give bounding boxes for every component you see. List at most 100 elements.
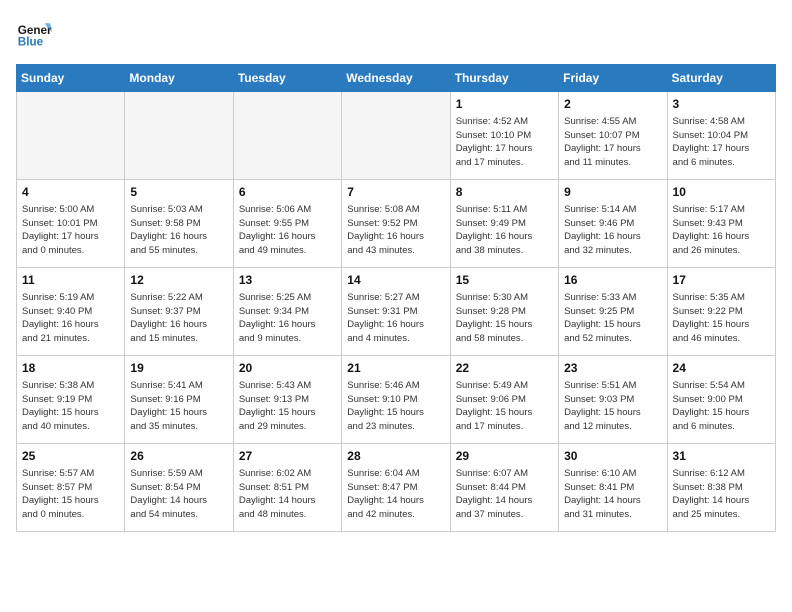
day-number: 16 <box>564 272 661 289</box>
day-info: Sunrise: 5:54 AMSunset: 9:00 PMDaylight:… <box>673 379 770 434</box>
day-info: Sunrise: 5:43 AMSunset: 9:13 PMDaylight:… <box>239 379 336 434</box>
day-info: Sunrise: 5:14 AMSunset: 9:46 PMDaylight:… <box>564 203 661 258</box>
day-cell: 16 Sunrise: 5:33 AMSunset: 9:25 PMDayligh… <box>559 268 667 356</box>
day-info: Sunrise: 4:58 AMSunset: 10:04 PMDaylight… <box>673 115 770 170</box>
day-number: 25 <box>22 448 119 465</box>
day-number: 28 <box>347 448 444 465</box>
logo-icon: General Blue <box>16 16 52 52</box>
day-cell: 11 Sunrise: 5:19 AMSunset: 9:40 PMDayligh… <box>17 268 125 356</box>
week-row-2: 4 Sunrise: 5:00 AMSunset: 10:01 PMDayligh… <box>17 180 776 268</box>
day-number: 4 <box>22 184 119 201</box>
day-number: 12 <box>130 272 227 289</box>
day-cell: 29 Sunrise: 6:07 AMSunset: 8:44 PMDayligh… <box>450 444 558 532</box>
logo: General Blue <box>16 16 52 52</box>
day-info: Sunrise: 5:51 AMSunset: 9:03 PMDaylight:… <box>564 379 661 434</box>
day-cell: 28Sunrise: 6:04 AMSunset: 8:47 PMDayligh… <box>342 444 450 532</box>
day-info: Sunrise: 5:35 AMSunset: 9:22 PMDaylight:… <box>673 291 770 346</box>
day-info: Sunrise: 5:30 AMSunset: 9:28 PMDaylight:… <box>456 291 553 346</box>
day-cell: 18 Sunrise: 5:38 AMSunset: 9:19 PMDayligh… <box>17 356 125 444</box>
day-cell: 30Sunrise: 6:10 AMSunset: 8:41 PMDayligh… <box>559 444 667 532</box>
day-number: 27 <box>239 448 336 465</box>
day-cell <box>233 92 341 180</box>
day-number: 20 <box>239 360 336 377</box>
day-number: 6 <box>239 184 336 201</box>
day-cell: 12 Sunrise: 5:22 AMSunset: 9:37 PMDayligh… <box>125 268 233 356</box>
day-cell: 5 Sunrise: 5:03 AMSunset: 9:58 PMDaylight… <box>125 180 233 268</box>
page-header: General Blue <box>16 16 776 52</box>
day-info: Sunrise: 5:08 AMSunset: 9:52 PMDaylight:… <box>347 203 444 258</box>
day-cell: 31 Sunrise: 6:12 AMSunset: 8:38 PMDayligh… <box>667 444 775 532</box>
col-header-thursday: Thursday <box>450 65 558 92</box>
day-cell <box>125 92 233 180</box>
day-info: Sunrise: 6:02 AMSunset: 8:51 PMDaylight:… <box>239 467 336 522</box>
day-number: 24 <box>673 360 770 377</box>
day-info: Sunrise: 5:27 AMSunset: 9:31 PMDaylight:… <box>347 291 444 346</box>
day-info: Sunrise: 5:06 AMSunset: 9:55 PMDaylight:… <box>239 203 336 258</box>
day-info: Sunrise: 5:49 AMSunset: 9:06 PMDaylight:… <box>456 379 553 434</box>
week-row-1: 1Sunrise: 4:52 AMSunset: 10:10 PMDayligh… <box>17 92 776 180</box>
week-row-3: 11 Sunrise: 5:19 AMSunset: 9:40 PMDayligh… <box>17 268 776 356</box>
day-number: 18 <box>22 360 119 377</box>
day-number: 14 <box>347 272 444 289</box>
col-header-sunday: Sunday <box>17 65 125 92</box>
day-number: 11 <box>22 272 119 289</box>
day-cell: 7 Sunrise: 5:08 AMSunset: 9:52 PMDaylight… <box>342 180 450 268</box>
day-number: 8 <box>456 184 553 201</box>
day-info: Sunrise: 5:46 AMSunset: 9:10 PMDaylight:… <box>347 379 444 434</box>
day-cell: 4 Sunrise: 5:00 AMSunset: 10:01 PMDayligh… <box>17 180 125 268</box>
day-info: Sunrise: 5:17 AMSunset: 9:43 PMDaylight:… <box>673 203 770 258</box>
day-info: Sunrise: 4:55 AMSunset: 10:07 PMDaylight… <box>564 115 661 170</box>
day-info: Sunrise: 5:41 AMSunset: 9:16 PMDaylight:… <box>130 379 227 434</box>
day-number: 2 <box>564 96 661 113</box>
day-cell: 23 Sunrise: 5:51 AMSunset: 9:03 PMDayligh… <box>559 356 667 444</box>
day-info: Sunrise: 5:33 AMSunset: 9:25 PMDaylight:… <box>564 291 661 346</box>
day-cell <box>342 92 450 180</box>
day-info: Sunrise: 5:19 AMSunset: 9:40 PMDaylight:… <box>22 291 119 346</box>
col-header-friday: Friday <box>559 65 667 92</box>
day-info: Sunrise: 5:25 AMSunset: 9:34 PMDaylight:… <box>239 291 336 346</box>
day-cell: 6 Sunrise: 5:06 AMSunset: 9:55 PMDaylight… <box>233 180 341 268</box>
day-info: Sunrise: 5:11 AMSunset: 9:49 PMDaylight:… <box>456 203 553 258</box>
day-info: Sunrise: 5:00 AMSunset: 10:01 PMDaylight… <box>22 203 119 258</box>
day-number: 5 <box>130 184 227 201</box>
day-number: 13 <box>239 272 336 289</box>
header-row: SundayMondayTuesdayWednesdayThursdayFrid… <box>17 65 776 92</box>
day-cell: 2 Sunrise: 4:55 AMSunset: 10:07 PMDayligh… <box>559 92 667 180</box>
day-number: 7 <box>347 184 444 201</box>
day-info: Sunrise: 5:03 AMSunset: 9:58 PMDaylight:… <box>130 203 227 258</box>
day-number: 9 <box>564 184 661 201</box>
day-number: 10 <box>673 184 770 201</box>
day-number: 23 <box>564 360 661 377</box>
week-row-4: 18 Sunrise: 5:38 AMSunset: 9:19 PMDayligh… <box>17 356 776 444</box>
day-info: Sunrise: 6:12 AMSunset: 8:38 PMDaylight:… <box>673 467 770 522</box>
day-number: 1 <box>456 96 553 113</box>
day-info: Sunrise: 5:22 AMSunset: 9:37 PMDaylight:… <box>130 291 227 346</box>
day-cell: 17Sunrise: 5:35 AMSunset: 9:22 PMDayligh… <box>667 268 775 356</box>
day-cell: 3 Sunrise: 4:58 AMSunset: 10:04 PMDayligh… <box>667 92 775 180</box>
day-number: 3 <box>673 96 770 113</box>
day-cell: 1Sunrise: 4:52 AMSunset: 10:10 PMDayligh… <box>450 92 558 180</box>
day-cell <box>17 92 125 180</box>
day-info: Sunrise: 5:57 AMSunset: 8:57 PMDaylight:… <box>22 467 119 522</box>
col-header-wednesday: Wednesday <box>342 65 450 92</box>
col-header-monday: Monday <box>125 65 233 92</box>
day-cell: 22 Sunrise: 5:49 AMSunset: 9:06 PMDayligh… <box>450 356 558 444</box>
day-cell: 9 Sunrise: 5:14 AMSunset: 9:46 PMDaylight… <box>559 180 667 268</box>
day-cell: 21Sunrise: 5:46 AMSunset: 9:10 PMDayligh… <box>342 356 450 444</box>
day-cell: 19 Sunrise: 5:41 AMSunset: 9:16 PMDayligh… <box>125 356 233 444</box>
day-cell: 27 Sunrise: 6:02 AMSunset: 8:51 PMDayligh… <box>233 444 341 532</box>
day-info: Sunrise: 6:10 AMSunset: 8:41 PMDaylight:… <box>564 467 661 522</box>
day-number: 22 <box>456 360 553 377</box>
day-number: 31 <box>673 448 770 465</box>
day-number: 26 <box>130 448 227 465</box>
day-number: 19 <box>130 360 227 377</box>
col-header-tuesday: Tuesday <box>233 65 341 92</box>
day-cell: 8 Sunrise: 5:11 AMSunset: 9:49 PMDaylight… <box>450 180 558 268</box>
day-cell: 13 Sunrise: 5:25 AMSunset: 9:34 PMDayligh… <box>233 268 341 356</box>
day-info: Sunrise: 6:07 AMSunset: 8:44 PMDaylight:… <box>456 467 553 522</box>
week-row-5: 25 Sunrise: 5:57 AMSunset: 8:57 PMDayligh… <box>17 444 776 532</box>
day-number: 15 <box>456 272 553 289</box>
day-cell: 14 Sunrise: 5:27 AMSunset: 9:31 PMDayligh… <box>342 268 450 356</box>
day-number: 29 <box>456 448 553 465</box>
day-info: Sunrise: 5:38 AMSunset: 9:19 PMDaylight:… <box>22 379 119 434</box>
